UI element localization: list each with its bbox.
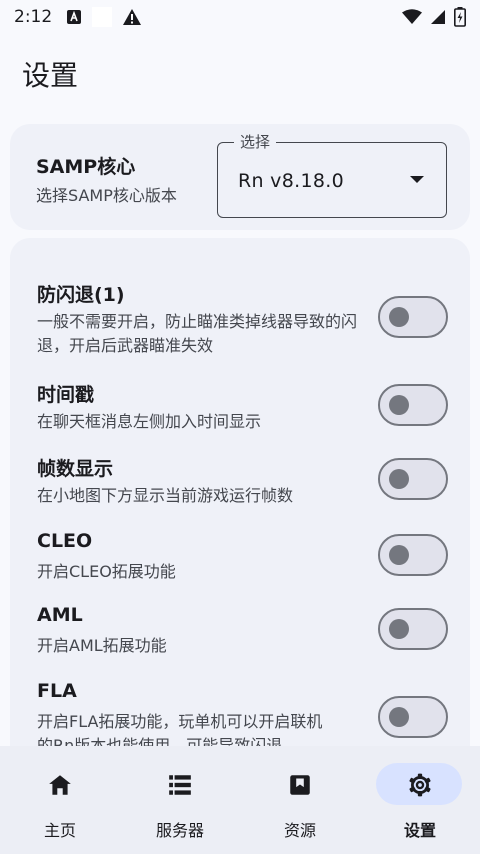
- bookmark-box-icon: [290, 775, 310, 795]
- white-square-icon: [92, 7, 113, 27]
- toggle-knob: [389, 307, 409, 327]
- samp-core-title: SAMP核心: [36, 156, 136, 178]
- status-bar: 2:12: [0, 0, 480, 34]
- nav-item-servers[interactable]: 服务器: [120, 746, 240, 854]
- setting-title: FLA: [37, 680, 77, 702]
- settings-list-card: 防闪退(1) 一般不需要开启，防止瞄准类掉线器导致的闪退，开启后武器瞄准失效 时…: [10, 238, 470, 778]
- nav-item-settings[interactable]: 设置: [360, 746, 480, 854]
- toggle-knob: [389, 395, 409, 415]
- nav-item-home[interactable]: 主页: [0, 746, 120, 854]
- warning-icon: [123, 9, 142, 25]
- toggle-knob: [389, 469, 409, 489]
- aml-toggle[interactable]: [378, 608, 448, 650]
- timestamp-toggle[interactable]: [378, 384, 448, 426]
- setting-title: 时间戳: [37, 384, 95, 406]
- gear-icon: [409, 773, 431, 797]
- select-label: 选择: [234, 131, 277, 152]
- setting-title: AML: [37, 604, 83, 626]
- toggle-knob: [389, 619, 409, 639]
- samp-core-description: 选择SAMP核心版本: [36, 186, 177, 205]
- server-list-icon: [169, 775, 191, 795]
- toggle-knob: [389, 545, 409, 565]
- nav-label: 主页: [43, 821, 76, 840]
- home-icon: [49, 775, 71, 795]
- dropdown-arrow-icon: [410, 176, 424, 183]
- setting-title: 帧数显示: [37, 458, 114, 480]
- setting-description: 在小地图下方显示当前游戏运行帧数: [37, 486, 294, 505]
- fla-toggle[interactable]: [378, 696, 448, 738]
- samp-core-card: SAMP核心 选择SAMP核心版本 选择 Rn v8.18.0: [10, 124, 470, 230]
- setting-title: CLEO: [37, 530, 93, 552]
- signal-icon: [431, 10, 445, 24]
- cleo-toggle[interactable]: [378, 534, 448, 576]
- status-time: 2:12: [14, 7, 53, 27]
- setting-description: 开启AML拓展功能: [37, 636, 167, 655]
- setting-description: 开启CLEO拓展功能: [37, 562, 176, 581]
- nav-label: 资源: [283, 821, 316, 840]
- status-notification-icons: [66, 7, 142, 27]
- battery-charging-icon: [454, 7, 466, 27]
- nav-item-resources[interactable]: 资源: [240, 746, 360, 854]
- page-title: 设置: [22, 59, 79, 92]
- status-system-icons: [402, 7, 466, 27]
- setting-description: 一般不需要开启，防止瞄准类掉线器导致的闪退，开启后武器瞄准失效: [37, 312, 358, 355]
- setting-title: 防闪退(1): [37, 284, 125, 306]
- select-value: Rn v8.18.0: [238, 170, 344, 192]
- nav-label: 服务器: [155, 821, 204, 840]
- samp-core-version-select[interactable]: 选择 Rn v8.18.0: [217, 131, 447, 218]
- wifi-icon: [402, 9, 422, 24]
- toggle-knob: [389, 707, 409, 727]
- a-box-icon: [67, 10, 82, 24]
- bottom-navigation: 主页 服务器 资源 设置: [0, 746, 480, 854]
- anti-crash-toggle[interactable]: [378, 296, 448, 338]
- setting-description: 在聊天框消息左侧加入时间显示: [37, 412, 262, 431]
- nav-label: 设置: [403, 821, 436, 840]
- fps-display-toggle[interactable]: [378, 458, 448, 500]
